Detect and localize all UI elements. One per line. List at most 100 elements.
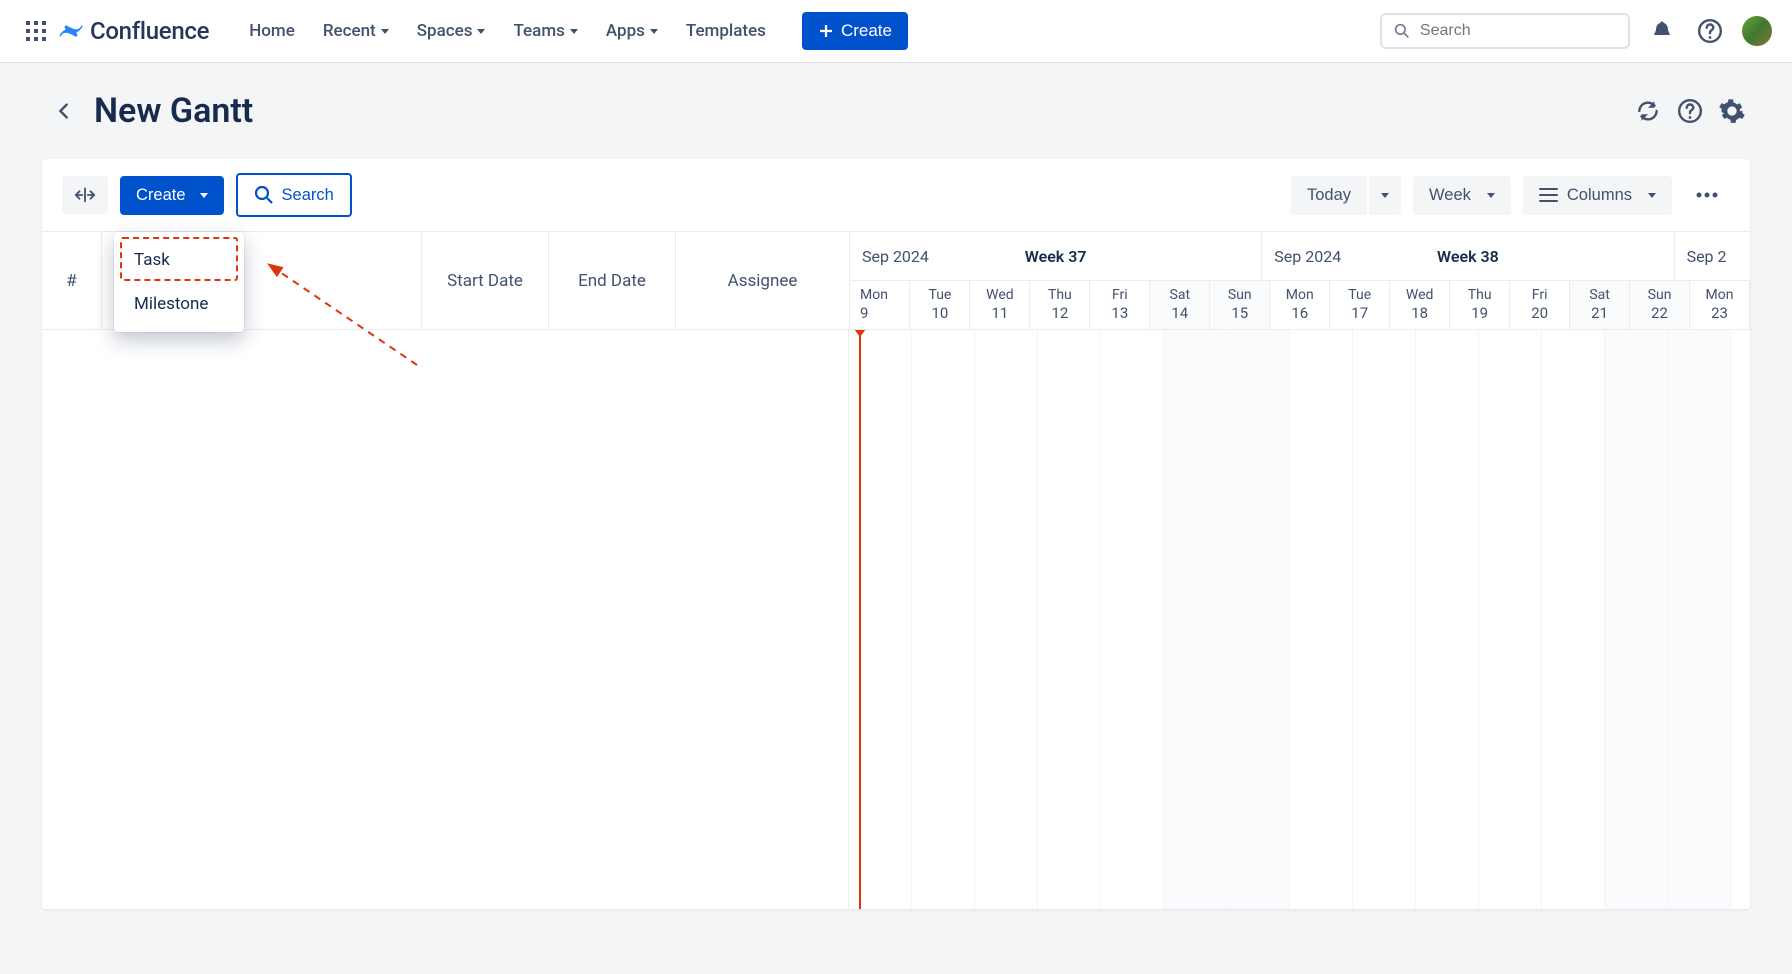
panel-toolbar: Create Search Today Week Columns <box>42 159 1750 231</box>
refresh-icon[interactable] <box>1632 95 1664 127</box>
gantt-panel: Create Search Today Week Columns # <box>42 159 1750 909</box>
page-title: New Gantt <box>94 91 253 131</box>
chevron-down-icon <box>1648 193 1656 198</box>
timeline-column <box>1542 330 1605 909</box>
day-cell[interactable]: Thu12 <box>1030 281 1090 329</box>
avatar[interactable] <box>1742 16 1772 46</box>
today-dropdown-button[interactable] <box>1369 176 1401 215</box>
timeline-column <box>912 330 975 909</box>
chevron-down-icon <box>1487 193 1495 198</box>
day-cell[interactable]: Mon9 <box>850 281 910 329</box>
timeline-column <box>1731 330 1750 909</box>
confluence-logo[interactable]: Confluence <box>58 17 209 45</box>
more-icon <box>1696 192 1718 198</box>
columns-button[interactable]: Columns <box>1523 176 1672 215</box>
chevron-down-icon <box>650 29 658 34</box>
chevron-down-icon <box>477 29 485 34</box>
day-cell[interactable]: Wed11 <box>970 281 1030 329</box>
chevron-down-icon <box>381 29 389 34</box>
more-button[interactable] <box>1684 182 1730 208</box>
timeline-column <box>1164 330 1227 909</box>
chevron-down-icon <box>1381 193 1389 198</box>
week-label: Week 38 <box>1437 247 1499 266</box>
day-cell[interactable]: Sun22 <box>1630 281 1690 329</box>
today-button[interactable]: Today <box>1291 176 1367 215</box>
timeline-column <box>1668 330 1731 909</box>
product-name: Confluence <box>90 17 209 45</box>
month-label: Sep 2024 <box>862 247 929 266</box>
chevron-down-icon <box>200 193 208 198</box>
nav-templates[interactable]: Templates <box>674 13 778 49</box>
task-columns-header: # Start Date End Date Assignee Task Mile… <box>42 232 850 330</box>
notifications-icon[interactable] <box>1646 15 1678 47</box>
day-cell[interactable]: Mon23 <box>1690 281 1750 329</box>
day-cell[interactable]: Thu19 <box>1450 281 1510 329</box>
day-cell[interactable]: Sat21 <box>1570 281 1630 329</box>
page-header: New Gantt <box>0 63 1792 159</box>
app-switcher-icon[interactable] <box>20 15 52 47</box>
day-cell[interactable]: Wed18 <box>1390 281 1450 329</box>
chevron-left-icon <box>53 100 75 122</box>
task-list-area[interactable] <box>42 330 849 909</box>
search-icon <box>1394 22 1410 40</box>
dropdown-item-milestone[interactable]: Milestone <box>114 282 244 326</box>
month-label: Sep 2024 <box>1274 247 1341 266</box>
help-icon[interactable] <box>1694 15 1726 47</box>
columns-icon <box>1539 187 1559 203</box>
chevron-down-icon <box>570 29 578 34</box>
day-cell[interactable]: Fri13 <box>1090 281 1150 329</box>
nav-teams[interactable]: Teams <box>501 13 589 49</box>
nav-recent[interactable]: Recent <box>311 13 401 49</box>
day-cell[interactable]: Mon16 <box>1270 281 1330 329</box>
timeline-column <box>1038 330 1101 909</box>
panel-create-button[interactable]: Create <box>120 176 224 215</box>
day-cell[interactable]: Fri20 <box>1510 281 1570 329</box>
month-week-b: Sep 2024 Week 38 <box>1262 232 1674 280</box>
timeline-column <box>1416 330 1479 909</box>
col-end-date[interactable]: End Date <box>549 232 676 329</box>
timeline-column <box>1290 330 1353 909</box>
month-week-a: Sep 2024 Week 37 <box>850 232 1262 280</box>
panel-search-button[interactable]: Search <box>236 173 352 217</box>
month-label: Sep 2 <box>1687 247 1727 266</box>
timeline-column <box>1101 330 1164 909</box>
day-cell[interactable]: Tue10 <box>910 281 970 329</box>
day-cell[interactable]: Tue17 <box>1330 281 1390 329</box>
week-label: Week 37 <box>1025 247 1087 266</box>
timeline-column <box>975 330 1038 909</box>
fit-width-button[interactable] <box>62 176 108 214</box>
nav-apps[interactable]: Apps <box>594 13 670 49</box>
fit-width-icon <box>74 186 96 204</box>
timeline-column <box>849 330 912 909</box>
day-cell[interactable]: Sun15 <box>1210 281 1270 329</box>
grid-header: # Start Date End Date Assignee Task Mile… <box>42 231 1750 330</box>
timeline-column <box>1479 330 1542 909</box>
confluence-icon <box>58 18 84 44</box>
nav-links: Home Recent Spaces Teams Apps Templates <box>237 13 778 49</box>
grid-body <box>42 330 1750 909</box>
timeline-area[interactable] <box>849 330 1750 909</box>
month-week-c: Sep 2 <box>1675 232 1750 280</box>
search-icon <box>254 185 274 205</box>
timeline-header: Sep 2024 Week 37 Sep 2024 Week 38 Sep 2 … <box>850 232 1750 330</box>
dropdown-item-task[interactable]: Task <box>114 238 244 282</box>
page-help-icon[interactable] <box>1674 95 1706 127</box>
nav-spaces[interactable]: Spaces <box>405 13 498 49</box>
day-cell[interactable]: Sat14 <box>1150 281 1210 329</box>
timeline-column <box>1353 330 1416 909</box>
search-box[interactable] <box>1380 13 1630 49</box>
settings-icon[interactable] <box>1716 95 1748 127</box>
col-start-date[interactable]: Start Date <box>422 232 549 329</box>
create-button[interactable]: Create <box>802 12 908 50</box>
create-dropdown: Task Milestone <box>114 232 244 332</box>
nav-home[interactable]: Home <box>237 13 307 49</box>
col-hash[interactable]: # <box>42 232 102 329</box>
col-assignee[interactable]: Assignee <box>676 232 849 329</box>
today-split: Today <box>1291 176 1401 215</box>
plus-icon <box>818 23 834 39</box>
day-row: Mon9Tue10Wed11Thu12Fri13Sat14Sun15Mon16T… <box>850 281 1750 330</box>
timeline-column <box>1605 330 1668 909</box>
back-button[interactable] <box>44 91 84 131</box>
week-button[interactable]: Week <box>1413 176 1511 215</box>
search-input[interactable] <box>1420 22 1616 40</box>
